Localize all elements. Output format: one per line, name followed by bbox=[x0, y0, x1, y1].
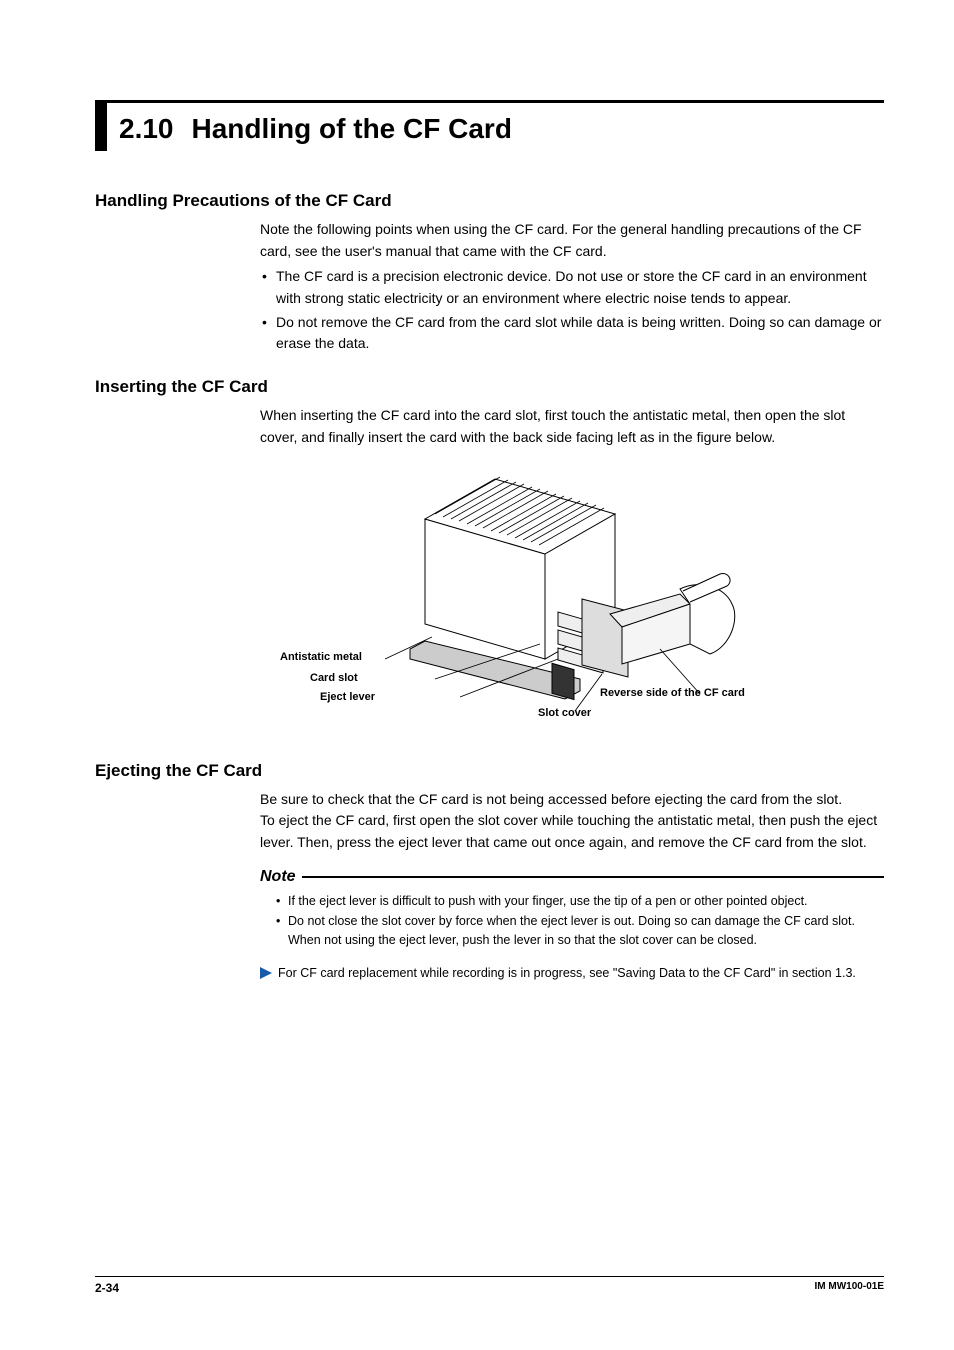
note-list: If the eject lever is difficult to push … bbox=[274, 892, 884, 950]
cross-reference: For CF card replacement while recording … bbox=[260, 964, 884, 983]
document-id: IM MW100-01E bbox=[815, 1281, 884, 1295]
note-block: Note If the eject lever is difficult to … bbox=[260, 868, 884, 950]
figure-label-slot-cover: Slot cover bbox=[538, 707, 591, 719]
note-heading: Note bbox=[260, 868, 296, 886]
cross-reference-text: For CF card replacement while recording … bbox=[278, 964, 856, 983]
ejecting-body-2: To eject the CF card, first open the slo… bbox=[260, 810, 884, 853]
figure-label-card-slot: Card slot bbox=[310, 672, 358, 684]
page-number: 2-34 bbox=[95, 1281, 119, 1295]
subheading-precautions: Handling Precautions of the CF Card bbox=[95, 191, 884, 211]
figure-label-antistatic-metal: Antistatic metal bbox=[280, 651, 362, 663]
title-accent-bar bbox=[95, 103, 107, 151]
figure-cf-card-device: Antistatic metal Card slot Eject lever R… bbox=[280, 459, 884, 739]
ejecting-body-1: Be sure to check that the CF card is not… bbox=[260, 789, 884, 811]
figure-label-eject-lever: Eject lever bbox=[320, 691, 375, 703]
list-item: Do not close the slot cover by force whe… bbox=[274, 912, 884, 950]
subheading-inserting: Inserting the CF Card bbox=[95, 377, 884, 397]
precautions-intro: Note the following points when using the… bbox=[260, 219, 884, 262]
inserting-body: When inserting the CF card into the card… bbox=[260, 405, 884, 448]
list-item: Do not remove the CF card from the card … bbox=[260, 312, 884, 355]
device-illustration bbox=[380, 459, 750, 719]
figure-label-reverse-side: Reverse side of the CF card bbox=[600, 687, 745, 699]
section-title: Handling of the CF Card bbox=[192, 103, 512, 151]
list-item: The CF card is a precision electronic de… bbox=[260, 266, 884, 309]
arrow-right-icon bbox=[260, 967, 274, 979]
precautions-list: The CF card is a precision electronic de… bbox=[260, 266, 884, 355]
subheading-ejecting: Ejecting the CF Card bbox=[95, 761, 884, 781]
note-rule bbox=[302, 876, 884, 878]
list-item: If the eject lever is difficult to push … bbox=[274, 892, 884, 911]
section-title-block: 2.10 Handling of the CF Card bbox=[95, 100, 884, 151]
section-number: 2.10 bbox=[119, 103, 174, 151]
page-footer: 2-34 IM MW100-01E bbox=[95, 1276, 884, 1295]
